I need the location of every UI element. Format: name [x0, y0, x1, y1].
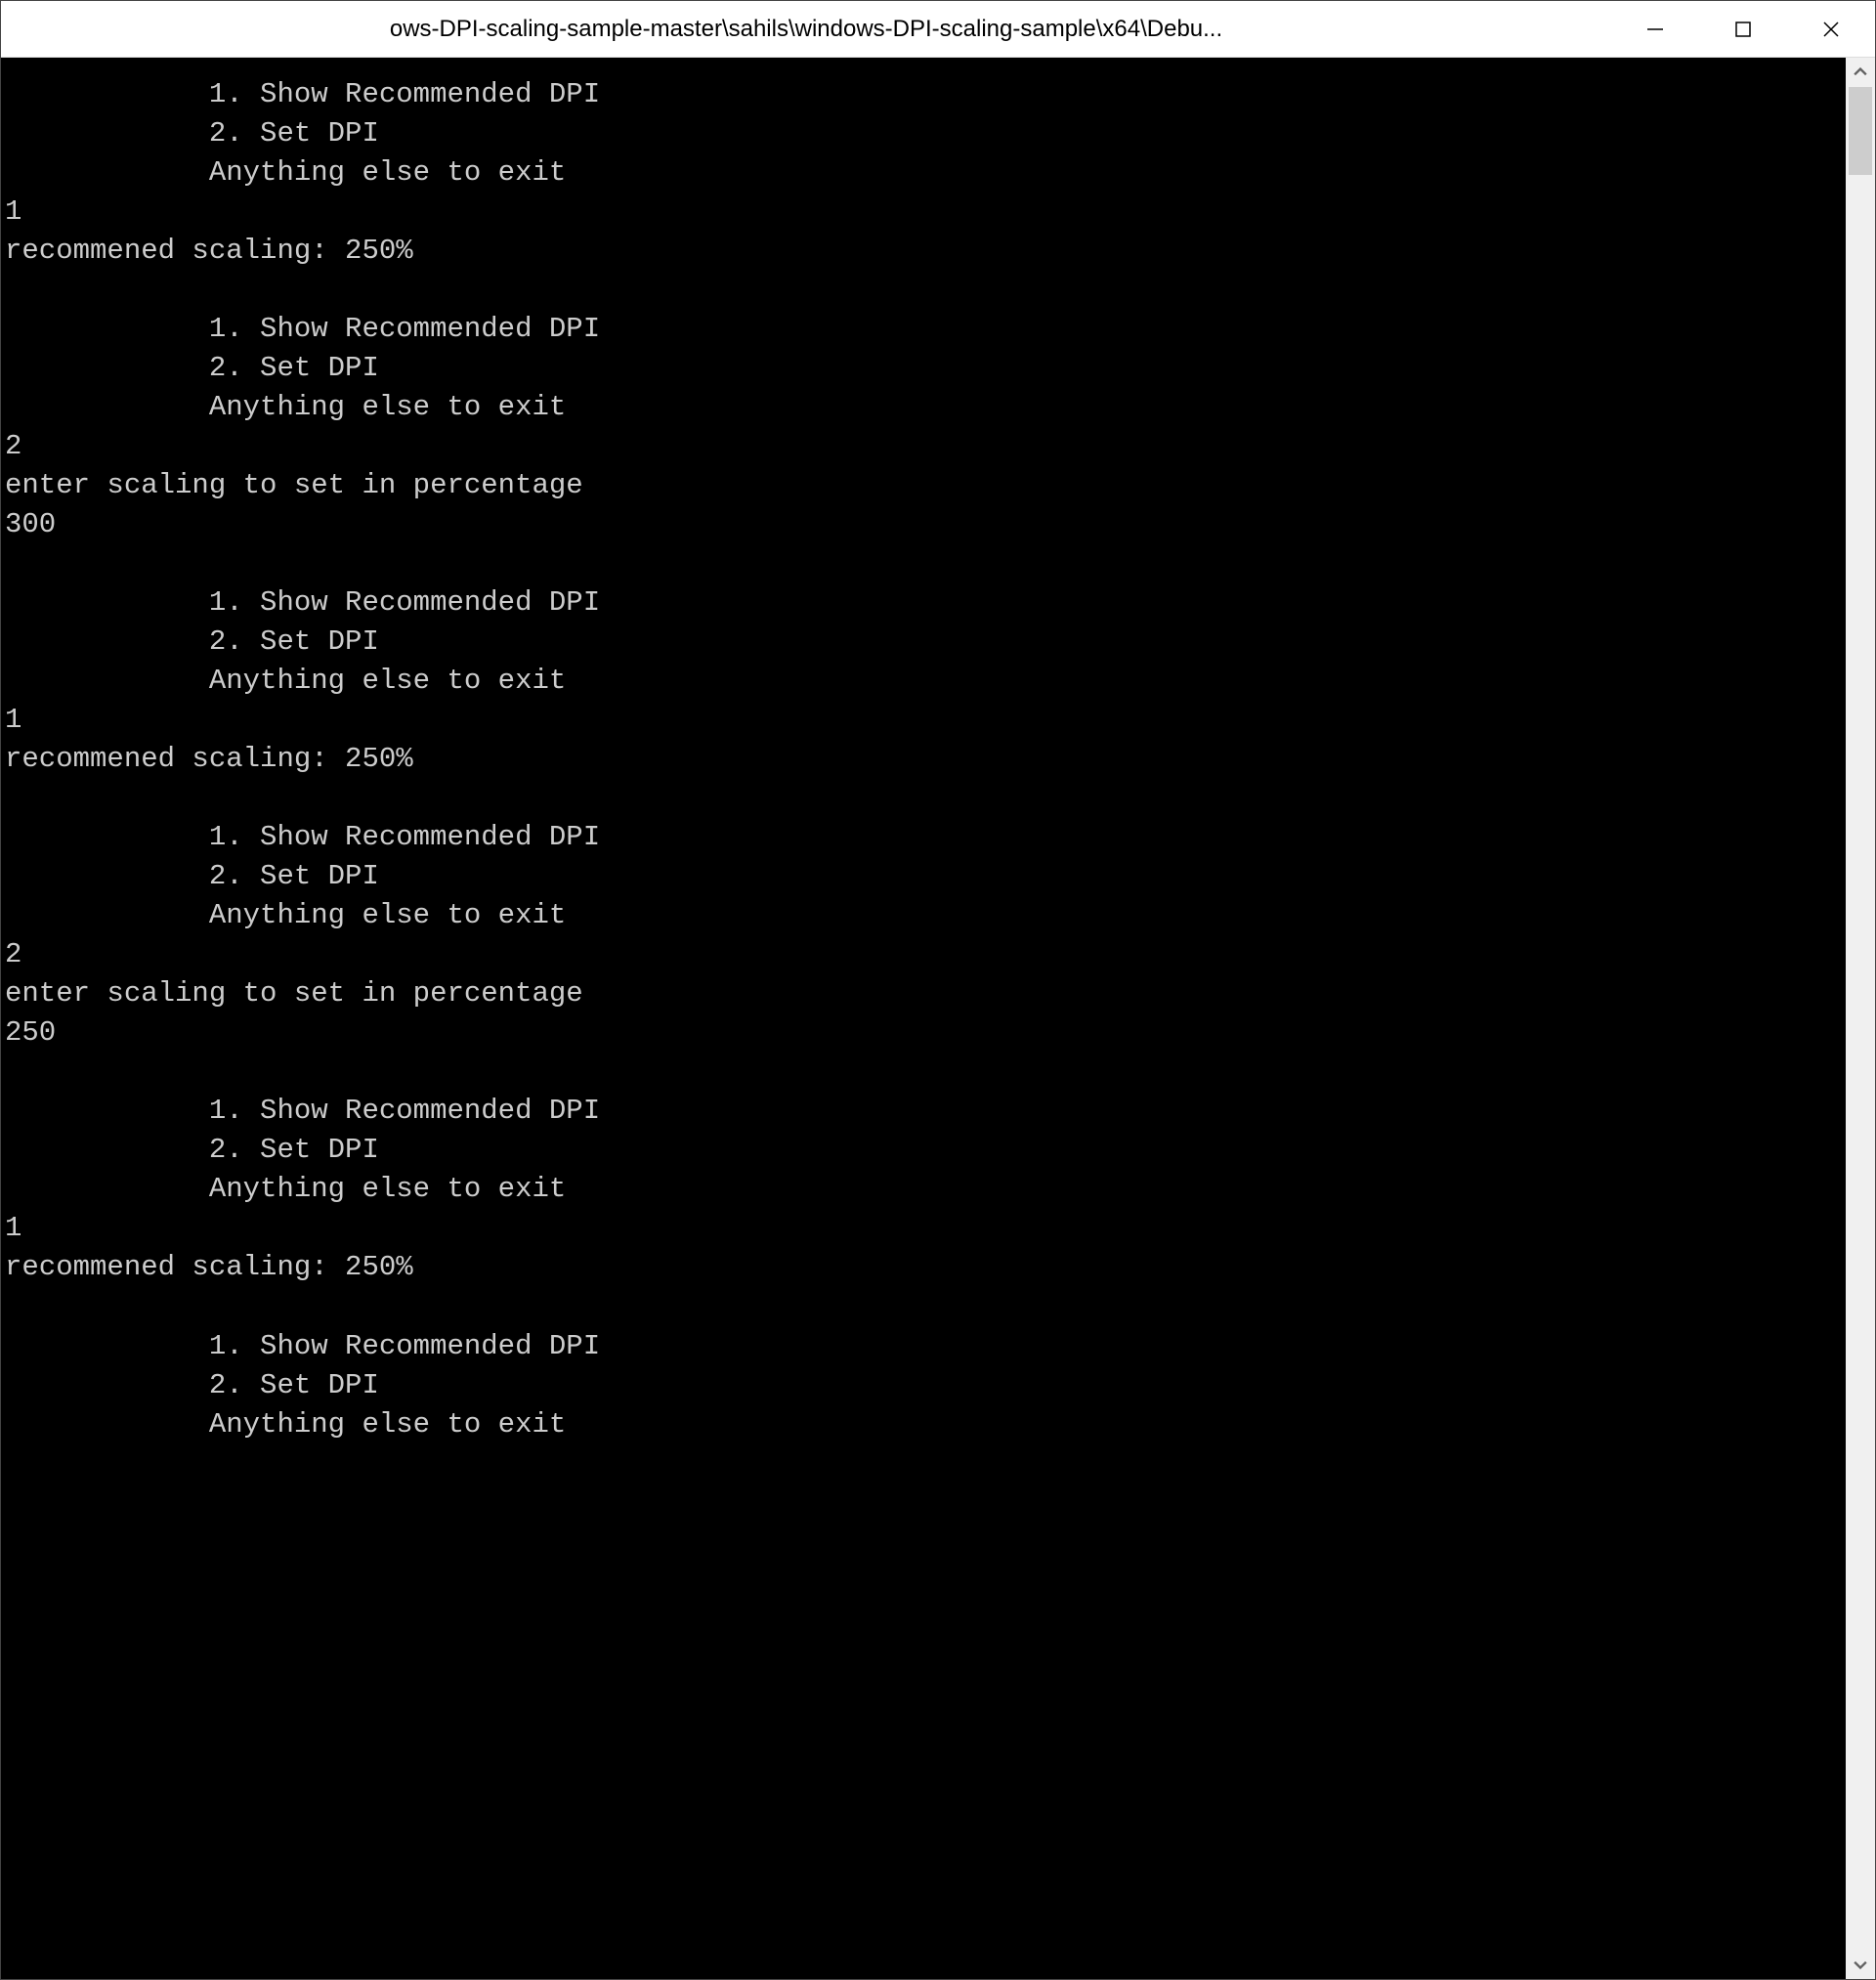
menu-line: Anything else to exit	[5, 899, 566, 931]
menu-line: 1. Show Recommended DPI	[5, 586, 600, 619]
menu-line: 2. Set DPI	[5, 1369, 379, 1401]
scroll-up-arrow[interactable]	[1846, 58, 1875, 87]
output-line: recommened scaling: 250%	[5, 1251, 413, 1283]
user-input: 1	[5, 1212, 21, 1244]
user-input: 2	[5, 430, 21, 462]
menu-line: 1. Show Recommended DPI	[5, 1095, 600, 1127]
menu-line: 2. Set DPI	[5, 352, 379, 384]
user-input: 2	[5, 938, 21, 970]
vertical-scrollbar[interactable]	[1846, 58, 1875, 1979]
window-controls	[1611, 1, 1875, 57]
menu-line: Anything else to exit	[5, 665, 566, 697]
output-line: enter scaling to set in percentage	[5, 977, 583, 1010]
output-line: recommened scaling: 250%	[5, 235, 413, 267]
window-title: ows-DPI-scaling-sample-master\sahils\win…	[1, 16, 1611, 43]
minimize-button[interactable]	[1611, 1, 1699, 57]
console-output[interactable]: 1. Show Recommended DPI 2. Set DPI Anyth…	[1, 58, 1846, 1979]
menu-line: Anything else to exit	[5, 1173, 566, 1205]
menu-line: 1. Show Recommended DPI	[5, 1330, 600, 1362]
console-window: ows-DPI-scaling-sample-master\sahils\win…	[0, 0, 1876, 1980]
menu-line: 1. Show Recommended DPI	[5, 821, 600, 853]
user-input: 1	[5, 704, 21, 736]
menu-line: Anything else to exit	[5, 1408, 566, 1441]
scroll-down-arrow[interactable]	[1846, 1950, 1875, 1979]
maximize-button[interactable]	[1699, 1, 1787, 57]
scroll-thumb[interactable]	[1849, 87, 1872, 175]
menu-line: 2. Set DPI	[5, 117, 379, 150]
maximize-icon	[1733, 20, 1753, 39]
user-input: 250	[5, 1016, 56, 1049]
output-line: recommened scaling: 250%	[5, 743, 413, 775]
window-titlebar: ows-DPI-scaling-sample-master\sahils\win…	[1, 1, 1875, 58]
chevron-up-icon	[1854, 65, 1867, 79]
minimize-icon	[1645, 20, 1665, 39]
menu-line: 2. Set DPI	[5, 625, 379, 658]
close-button[interactable]	[1787, 1, 1875, 57]
user-input: 1	[5, 195, 21, 228]
content-area: 1. Show Recommended DPI 2. Set DPI Anyth…	[1, 58, 1875, 1979]
menu-line: 1. Show Recommended DPI	[5, 78, 600, 110]
menu-line: 2. Set DPI	[5, 1134, 379, 1166]
scroll-track[interactable]	[1846, 87, 1875, 1950]
output-line: enter scaling to set in percentage	[5, 469, 583, 501]
menu-line: 1. Show Recommended DPI	[5, 313, 600, 345]
chevron-down-icon	[1854, 1958, 1867, 1971]
menu-line: Anything else to exit	[5, 156, 566, 189]
menu-line: 2. Set DPI	[5, 860, 379, 892]
close-icon	[1821, 20, 1841, 39]
menu-line: Anything else to exit	[5, 391, 566, 423]
user-input: 300	[5, 508, 56, 540]
